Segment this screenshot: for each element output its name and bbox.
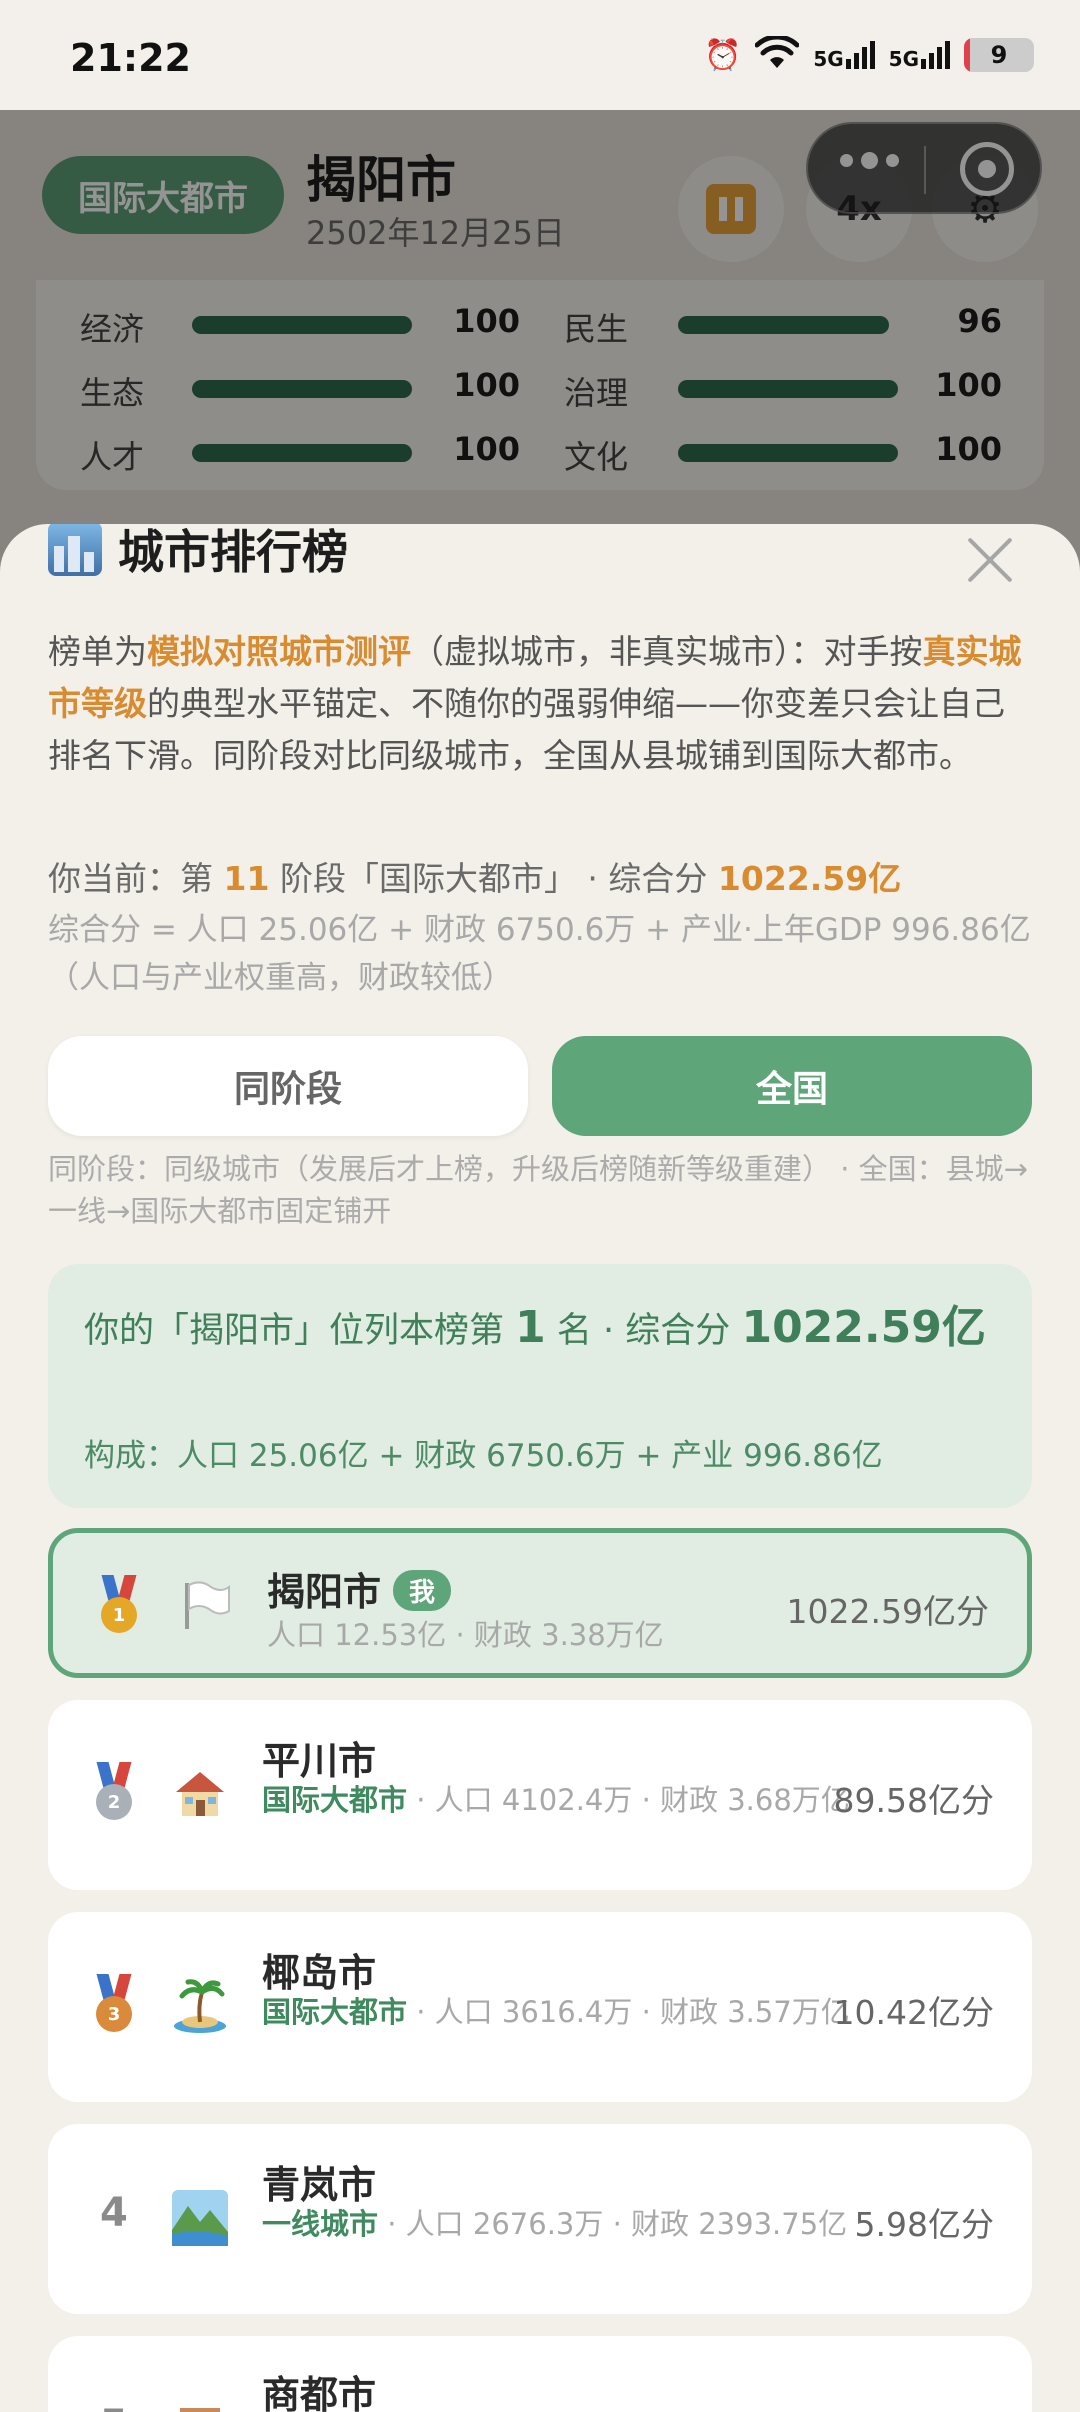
ranking-city-name: 揭阳市我 bbox=[267, 1561, 452, 1616]
ranking-item-me[interactable]: 1 揭阳市我 人口 12.53亿 · 财政 3.38万亿 1022.59亿分 bbox=[48, 1528, 1032, 1678]
ranking-item[interactable]: 4 青岚市 一线城市 · 人口 2676.3万 · 财政 2393.75亿 5.… bbox=[48, 2124, 1032, 2314]
building-icon bbox=[172, 2402, 228, 2412]
status-icons: ⏰ 5G 5G 9 bbox=[703, 34, 1034, 74]
ranking-score: 10.42亿分 bbox=[833, 1993, 994, 2032]
me-badge: 我 bbox=[393, 1570, 452, 1611]
battery-level: 9 bbox=[990, 41, 1008, 69]
silver-medal-icon: 2 bbox=[92, 1762, 136, 1828]
network-label-1: 5G bbox=[813, 47, 844, 71]
intro-text: 榜单为 bbox=[48, 632, 147, 671]
current-stage-line: 你当前：第 11 阶段「国际大都市」 · 综合分 1022.59亿 bbox=[48, 852, 901, 900]
cityscape-icon bbox=[48, 524, 102, 576]
sheet-title-text: 城市排行榜 bbox=[118, 525, 348, 579]
ranking-city-name: 椰岛市 bbox=[262, 1951, 377, 1995]
ranking-meta-text: · 人口 4102.4万 · 财政 3.68万亿 bbox=[407, 1783, 850, 1817]
modal-backdrop[interactable] bbox=[0, 110, 1080, 590]
ranking-city-name: 平川市 bbox=[262, 1739, 377, 1783]
mountain-lake-icon bbox=[172, 2190, 228, 2246]
ranking-sheet: 城市排行榜 榜单为模拟对照城市测评（虚拟城市，非真实城市）：对手按真实城市等级的… bbox=[0, 524, 1080, 2412]
bronze-medal-icon: 3 bbox=[92, 1974, 136, 2040]
tab-hint: 同阶段：同级城市（发展后才上榜，升级后榜随新等级重建） · 全国：县城→一线→国… bbox=[48, 1152, 1028, 1228]
island-icon bbox=[172, 1978, 228, 2034]
ranking-level: 国际大都市 bbox=[262, 1995, 408, 2029]
current-stage-number: 11 bbox=[223, 859, 270, 898]
tab-same-stage[interactable]: 同阶段 bbox=[48, 1036, 528, 1136]
current-prefix: 你当前：第 bbox=[48, 859, 213, 898]
ranking-item[interactable]: 2 平川市 国际大都市 · 人口 4102.4万 · 财政 3.68万亿 89.… bbox=[48, 1700, 1032, 1890]
ranking-item[interactable]: 3 椰岛市 国际大都市 · 人口 3616.4万 · 财政 3.57万亿 10.… bbox=[48, 1912, 1032, 2102]
white-flag-icon bbox=[177, 1577, 233, 1633]
ranking-level: 国际大都市 bbox=[262, 1783, 408, 1817]
summary-text: 名 · 综合分 bbox=[556, 1311, 731, 1351]
ranking-score: 89.58亿分 bbox=[833, 1781, 994, 1820]
score-formula: 综合分 = 人口 25.06亿 + 财政 6750.6万 + 产业·上年GDP … bbox=[48, 912, 1031, 996]
status-bar: 21:22 ⏰ 5G 5G 9 bbox=[0, 0, 1080, 110]
alarm-icon: ⏰ bbox=[703, 37, 742, 73]
ranking-score: 1022.59亿分 bbox=[786, 1592, 989, 1631]
ranking-item[interactable]: 5 商都市 bbox=[48, 2336, 1032, 2412]
house-icon bbox=[172, 1766, 228, 1822]
ranking-intro: 榜单为模拟对照城市测评（虚拟城市，非真实城市）：对手按真实城市等级的典型水平锚定… bbox=[48, 626, 1034, 782]
current-mid: 阶段「国际大都市」 · 综合分 bbox=[279, 859, 708, 898]
ranking-meta-text: · 人口 3616.4万 · 财政 3.57万亿 bbox=[407, 1995, 850, 2029]
tab-national[interactable]: 全国 bbox=[552, 1036, 1032, 1136]
intro-text: （虚拟城市，非真实城市）：对手按 bbox=[411, 632, 923, 671]
summary-main: 你的「揭阳市」位列本榜第 1 名 · 综合分 1022.59亿 bbox=[84, 1294, 1014, 1365]
battery-icon: 9 bbox=[964, 38, 1034, 72]
ranking-level: 一线城市 bbox=[262, 2207, 379, 2241]
battery-fill bbox=[964, 38, 970, 72]
network-label-2: 5G bbox=[888, 47, 919, 71]
city-name-text: 揭阳市 bbox=[267, 1570, 382, 1614]
signal-icon: 5G bbox=[813, 41, 875, 71]
gold-medal-icon: 1 bbox=[97, 1575, 141, 1641]
my-rank-summary: 你的「揭阳市」位列本榜第 1 名 · 综合分 1022.59亿 构成：人口 25… bbox=[48, 1264, 1032, 1508]
close-icon[interactable] bbox=[960, 530, 1020, 590]
sheet-title: 城市排行榜 bbox=[48, 524, 348, 582]
ranking-meta: 一线城市 · 人口 2676.3万 · 财政 2393.75亿 bbox=[262, 2204, 862, 2244]
ranking-meta: 国际大都市 · 人口 3616.4万 · 财政 3.57万亿 bbox=[262, 1992, 862, 2032]
ranking-score: 5.98亿分 bbox=[854, 2205, 994, 2244]
ranking-meta: 人口 12.53亿 · 财政 3.38万亿 bbox=[267, 1618, 664, 1652]
ranking-meta-text: · 人口 2676.3万 · 财政 2393.75亿 bbox=[378, 2207, 848, 2241]
intro-highlight: 模拟对照城市测评 bbox=[147, 632, 411, 671]
intro-text: 的典型水平锚定、不随你的强弱伸缩——你变差只会让自己排名下滑。同阶段对比同级城市… bbox=[48, 684, 1005, 775]
rank-number: 5 bbox=[100, 2402, 128, 2412]
summary-rank: 1 bbox=[515, 1302, 546, 1353]
current-score: 1022.59亿 bbox=[717, 859, 902, 898]
summary-breakdown: 构成：人口 25.06亿 + 财政 6750.6万 + 产业 996.86亿 bbox=[84, 1438, 883, 1474]
ranking-city-name: 商都市 bbox=[262, 2373, 377, 2412]
ranking-meta: 国际大都市 · 人口 4102.4万 · 财政 3.68万亿 bbox=[262, 1780, 862, 1820]
ranking-city-name: 青岚市 bbox=[262, 2163, 377, 2207]
rank-number: 4 bbox=[100, 2190, 128, 2236]
screen: 21:22 ⏰ 5G 5G 9 国际大都市 揭阳市 2502年12月25日 经济… bbox=[0, 0, 1080, 2412]
signal-icon: 5G bbox=[889, 41, 950, 69]
wifi-icon bbox=[754, 34, 800, 74]
summary-text: 你的「揭阳市」位列本榜第 bbox=[84, 1311, 505, 1351]
summary-score: 1022.59亿 bbox=[741, 1302, 986, 1353]
status-time: 21:22 bbox=[70, 36, 191, 80]
